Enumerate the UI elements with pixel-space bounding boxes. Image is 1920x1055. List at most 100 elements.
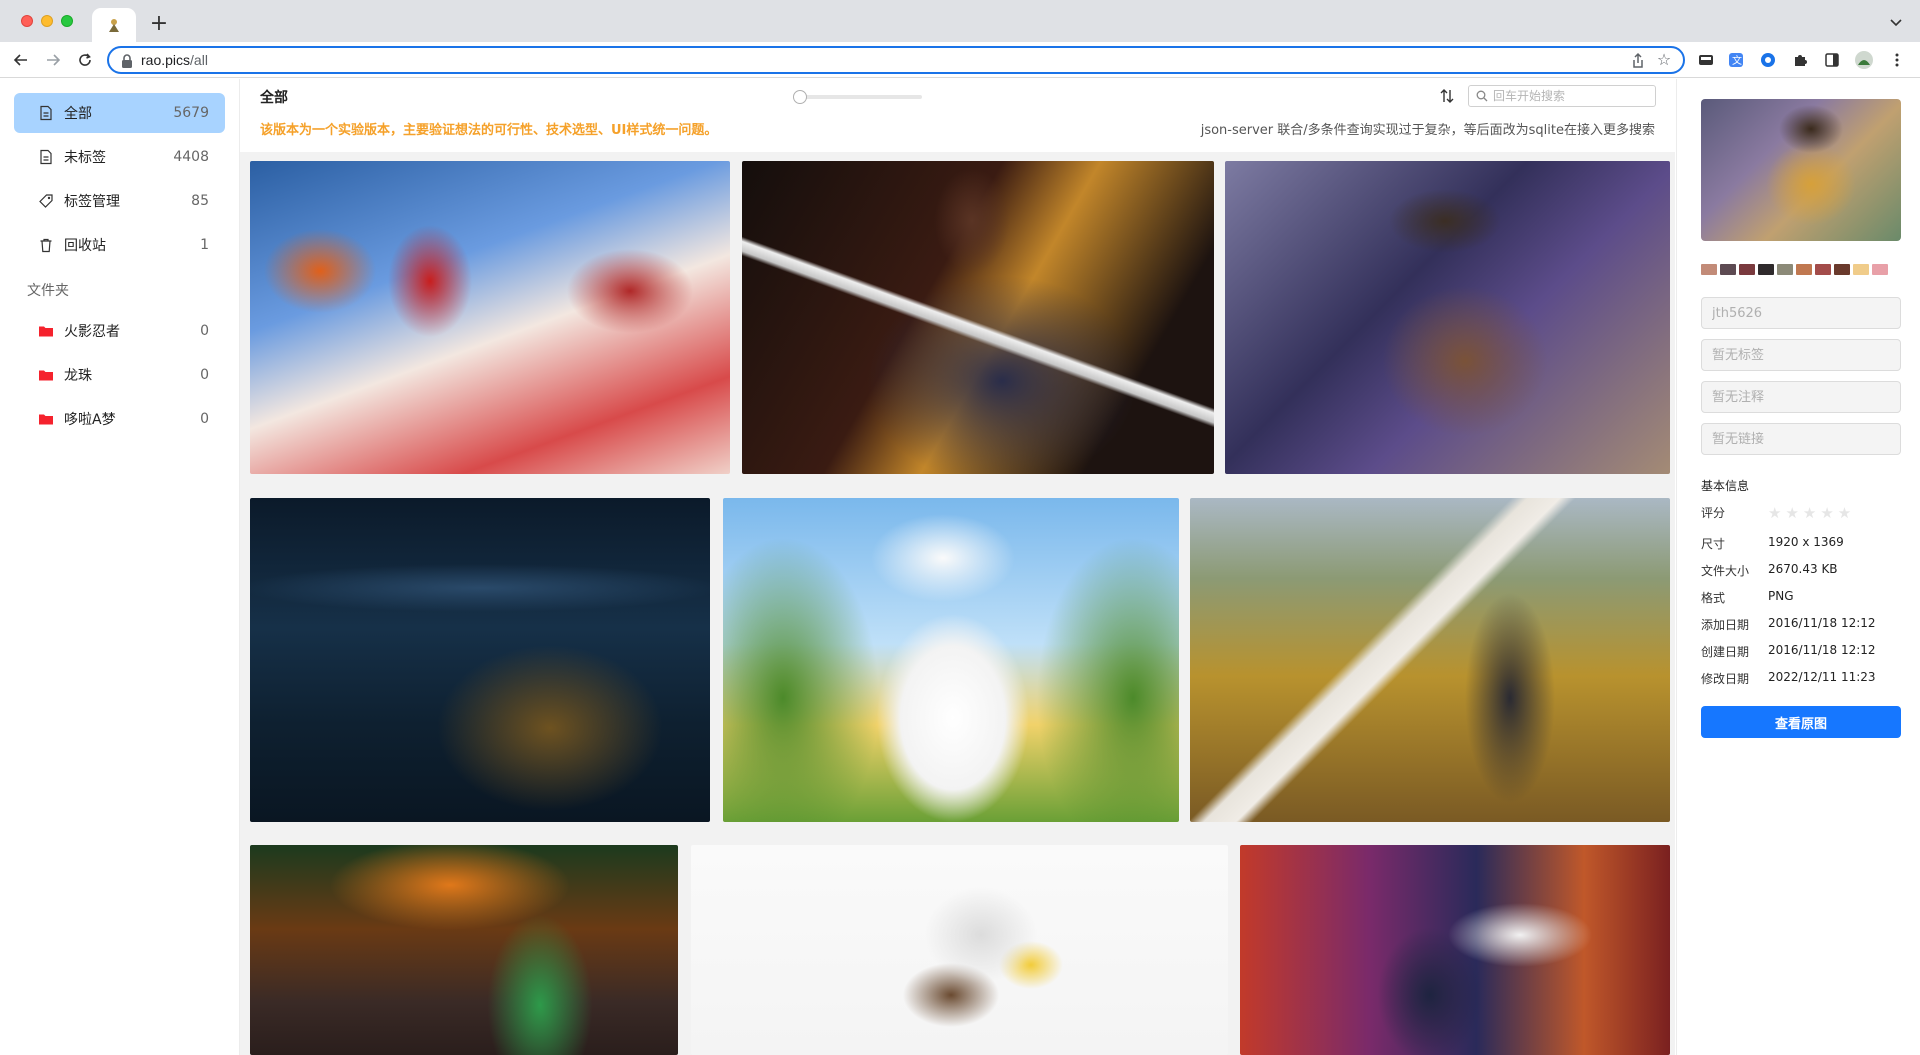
color-swatch[interactable] <box>1834 264 1850 275</box>
color-swatch[interactable] <box>1720 264 1736 275</box>
gallery-image[interactable] <box>1240 845 1670 1055</box>
folder-icon <box>39 414 53 425</box>
new-tab-button[interactable]: + <box>145 10 173 38</box>
color-swatch[interactable] <box>1853 264 1869 275</box>
translate-icon[interactable]: 文 <box>1727 51 1745 69</box>
gallery-image[interactable] <box>723 498 1179 822</box>
info-label: 格式 <box>1701 591 1726 605</box>
sidebar-folder-count: 0 <box>200 323 209 339</box>
sidebar-item-untagged[interactable]: 未标签 4408 <box>14 137 225 177</box>
search-box[interactable] <box>1468 85 1656 107</box>
forward-button[interactable] <box>41 48 65 72</box>
sidebar: 全部 5679 未标签 4408 标签管理 85 回收站 1 文件夹 火影忍者 … <box>0 79 240 1055</box>
arrow-left-icon <box>13 54 27 66</box>
browser-tab[interactable] <box>92 8 136 42</box>
zoom-slider-handle[interactable] <box>793 90 807 104</box>
color-swatch[interactable] <box>1739 264 1755 275</box>
sidebar-item-label: 未标签 <box>64 150 106 166</box>
name-field[interactable] <box>1701 297 1901 329</box>
rating-stars[interactable]: ★★★★★ <box>1768 504 1855 522</box>
experimental-notice: 该版本为一个实验版本，主要验证想法的可行性、技术选型、UI样式统一问题。 <box>260 123 718 138</box>
sidebar-folder-label: 火影忍者 <box>64 324 120 340</box>
info-label: 尺寸 <box>1701 537 1726 551</box>
tags-input[interactable] <box>1702 340 1900 370</box>
bookmark-star-icon[interactable]: ☆ <box>1655 51 1673 69</box>
color-swatch[interactable] <box>1701 264 1717 275</box>
gallery-image[interactable] <box>250 498 710 822</box>
rating-label: 评分 <box>1701 506 1726 520</box>
sidebar-folder-doraemon[interactable]: 哆啦A梦 0 <box>14 399 225 439</box>
link-field[interactable] <box>1701 423 1901 455</box>
sidebar-item-tag-management[interactable]: 标签管理 85 <box>14 181 225 221</box>
info-label: 创建日期 <box>1701 645 1750 659</box>
file-icon <box>40 105 52 121</box>
search-input[interactable] <box>1493 88 1651 104</box>
info-row-modified: 修改日期 2022/12/11 11:23 <box>1701 670 1901 687</box>
color-palette <box>1701 264 1888 275</box>
tags-field[interactable] <box>1701 339 1901 371</box>
view-original-button[interactable]: 查看原图 <box>1701 706 1901 738</box>
browser-toolbar: rao.pics/all ☆ 文 <box>0 42 1920 78</box>
gallery-image[interactable] <box>1225 161 1670 474</box>
browser-tab-bar: + <box>0 0 1920 42</box>
extension-globe-icon[interactable] <box>1759 51 1777 69</box>
zoom-slider[interactable] <box>800 95 922 99</box>
sidepanel-icon[interactable] <box>1823 51 1841 69</box>
sidebar-item-count: 4408 <box>173 149 209 165</box>
lock-icon <box>122 54 132 68</box>
info-value: 2016/11/18 12:12 <box>1768 616 1876 630</box>
sidebar-item-count: 5679 <box>173 105 209 121</box>
folder-icon <box>39 370 53 381</box>
basic-info-title: 基本信息 <box>1701 479 1750 493</box>
gallery-image[interactable] <box>250 845 678 1055</box>
info-row-size: 尺寸 1920 x 1369 <box>1701 535 1901 552</box>
address-bar[interactable]: rao.pics/all ☆ <box>107 46 1685 74</box>
sidebar-folder-dragonball[interactable]: 龙珠 0 <box>14 355 225 395</box>
color-swatch[interactable] <box>1777 264 1793 275</box>
sidebar-folder-count: 0 <box>200 411 209 427</box>
rating-row: 评分 ★★★★★ <box>1701 504 1901 522</box>
gallery-image[interactable] <box>691 845 1228 1055</box>
share-icon[interactable] <box>1629 52 1647 70</box>
arrow-right-icon <box>47 54 61 66</box>
gallery-image[interactable] <box>250 161 730 474</box>
link-input[interactable] <box>1702 424 1900 454</box>
info-value: 2022/12/11 11:23 <box>1768 670 1876 684</box>
reload-button[interactable] <box>73 48 97 72</box>
minimize-window-button[interactable] <box>41 15 53 27</box>
note-field[interactable] <box>1701 381 1901 413</box>
folder-section-title: 文件夹 <box>27 283 69 299</box>
more-vert-icon[interactable] <box>1888 51 1906 69</box>
sidebar-folder-naruto[interactable]: 火影忍者 0 <box>14 311 225 351</box>
sidebar-item-label: 回收站 <box>64 238 106 254</box>
color-swatch[interactable] <box>1872 264 1888 275</box>
trash-icon <box>40 238 52 253</box>
main-content: 全部 该版本为一个实验版本，主要验证想法的可行性、技术选型、UI样式统一问题。 … <box>240 79 1675 1055</box>
color-swatch[interactable] <box>1815 264 1831 275</box>
file-icon <box>40 149 52 165</box>
puzzle-icon[interactable] <box>1791 51 1809 69</box>
profile-avatar-icon[interactable] <box>1855 51 1873 69</box>
info-row-added: 添加日期 2016/11/18 12:12 <box>1701 616 1901 633</box>
fullscreen-window-button[interactable] <box>61 15 73 27</box>
info-value: PNG <box>1768 589 1794 603</box>
close-window-button[interactable] <box>21 15 33 27</box>
sidebar-item-label: 全部 <box>64 106 92 122</box>
info-value: 2016/11/18 12:12 <box>1768 643 1876 657</box>
sort-icon[interactable] <box>1438 87 1456 105</box>
color-swatch[interactable] <box>1758 264 1774 275</box>
back-button[interactable] <box>9 48 33 72</box>
content-header: 全部 该版本为一个实验版本，主要验证想法的可行性、技术选型、UI样式统一问题。 … <box>240 79 1675 152</box>
name-input[interactable] <box>1702 298 1900 328</box>
sidebar-item-trash[interactable]: 回收站 1 <box>14 225 225 265</box>
note-input[interactable] <box>1702 382 1900 412</box>
reload-icon <box>79 53 91 66</box>
selected-image-thumbnail[interactable] <box>1701 99 1901 241</box>
extension-tile-icon[interactable] <box>1697 51 1715 69</box>
gallery-image[interactable] <box>742 161 1214 474</box>
color-swatch[interactable] <box>1796 264 1812 275</box>
sidebar-item-label: 标签管理 <box>64 194 120 210</box>
sidebar-item-all[interactable]: 全部 5679 <box>14 93 225 133</box>
gallery-image[interactable] <box>1190 498 1670 822</box>
chevron-down-icon[interactable] <box>1886 12 1906 32</box>
